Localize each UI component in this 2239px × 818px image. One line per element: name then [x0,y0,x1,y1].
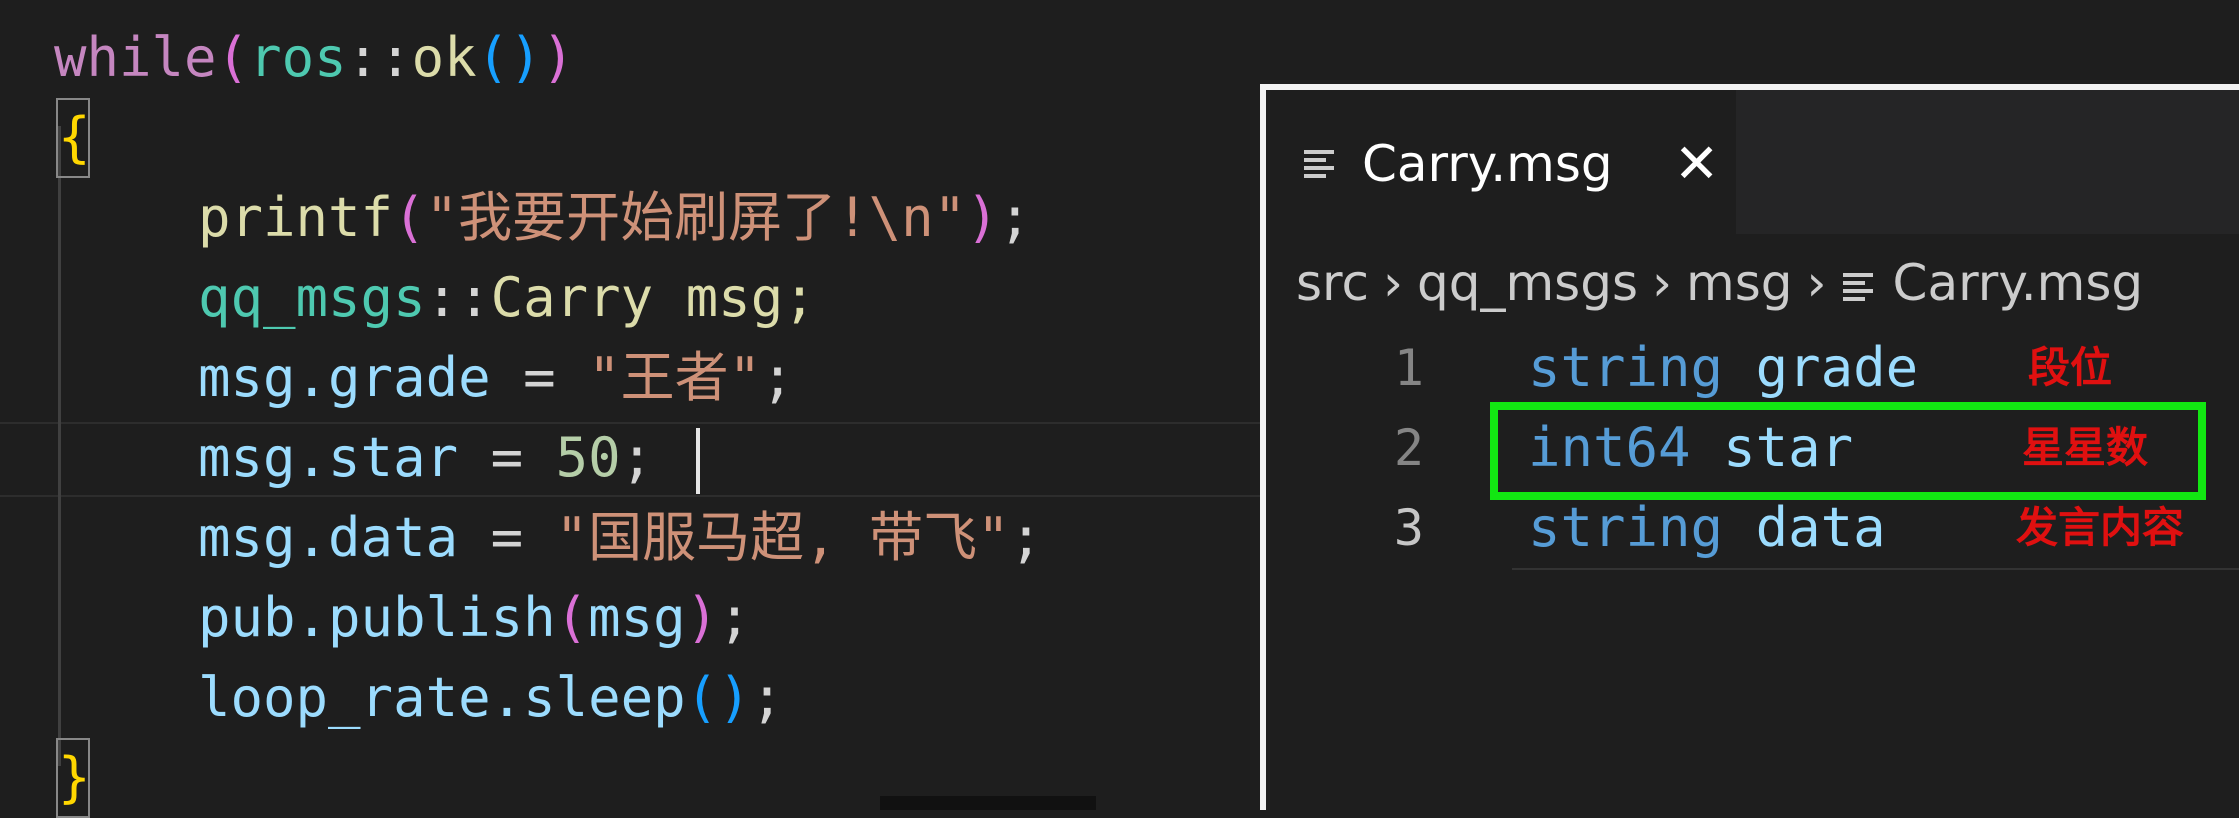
code-line-5[interactable]: msg.grade = "王者"; [198,338,794,418]
file-lines-icon [1304,150,1334,178]
code-line-1[interactable]: while(ros::ok()) [54,18,574,98]
code-line-2[interactable]: { [58,98,91,178]
field-name: grade [1755,336,1919,399]
function-name: ok [411,26,477,89]
string-literal: "王者" [588,346,762,409]
semicolon: ; [761,346,794,409]
paren: ( [393,186,426,249]
paren: ( [685,666,719,729]
msg-field-line-1[interactable]: string grade [1528,328,1918,408]
code-line-10[interactable]: } [58,738,91,818]
argument: msg [588,586,686,649]
code-line-6[interactable]: msg.star = 50; [198,418,653,498]
breadcrumb-src[interactable]: src [1296,254,1369,312]
field-type: string [1528,336,1724,399]
variable: msg.grade [198,346,491,409]
field-name: data [1755,496,1886,559]
tab-label: Carry.msg [1362,135,1613,193]
paren: ) [509,26,542,89]
line-number-3: 3 [1393,499,1424,557]
breadcrumb-carry-msg[interactable]: Carry.msg [1893,254,2144,312]
string-literal: "我要开始刷屏了!\n" [425,186,967,249]
text-cursor [696,428,700,494]
paren: ) [966,186,999,249]
scope-op: :: [346,26,412,89]
paren: ( [216,26,250,89]
code-line-3[interactable]: printf("我要开始刷屏了!\n"); [198,178,1031,258]
code-line-9[interactable]: loop_rate.sleep(); [198,658,783,738]
assign-op: = [490,346,589,409]
line-number-2: 2 [1393,419,1424,477]
horizontal-scrollbar[interactable] [880,796,1096,810]
close-brace: } [58,746,91,809]
close-icon[interactable]: ✕ [1674,134,1719,194]
open-brace: { [58,106,91,169]
scope-op: :: [425,266,491,329]
paren: ) [541,26,575,89]
chevron-right-icon: › [1806,254,1827,312]
semicolon: ; [620,426,654,489]
file-lines-icon [1842,272,1873,301]
semicolon: ; [718,586,751,649]
annotation-grade: 段位 [2028,343,2113,392]
assign-op: = [458,426,556,489]
msg-field-line-3[interactable]: string data [1528,488,1886,568]
code-line-4[interactable]: qq_msgs::Carry msg; [198,258,816,338]
variable: pub.publish [198,586,556,649]
breadcrumb: src › qq_msgs › msg › Carry.msg [1296,248,2143,318]
keyword-while: while [54,26,217,89]
assign-op: = [458,506,556,569]
chevron-right-icon: › [1652,254,1673,312]
variable: loop_rate.sleep [198,666,686,729]
msg-file-window: Carry.msg ✕ src › qq_msgs › msg › Carry.msg 1 … [1260,84,2239,810]
string-literal: "国服马超, 带飞" [555,506,1010,569]
current-line-border [1512,568,2239,570]
namespace: qq_msgs [198,266,426,329]
variable: msg.data [198,506,459,569]
indent-guide [58,126,61,766]
semicolon: ; [750,666,784,729]
line-number-1: 1 [1393,339,1424,397]
field-type: string [1528,496,1724,559]
annotation-data: 发言内容 [2016,503,2185,552]
code-line-7[interactable]: msg.data = "国服马超, 带飞"; [198,498,1042,578]
semicolon: ; [998,186,1032,249]
highlight-box [1490,402,2206,500]
paren: ( [555,586,589,649]
type-declaration: Carry msg; [490,266,816,329]
namespace: ros [249,26,347,89]
breadcrumb-msg[interactable]: msg [1686,254,1793,312]
paren: ) [685,586,719,649]
semicolon: ; [1009,506,1043,569]
code-line-8[interactable]: pub.publish(msg); [198,578,751,658]
variable: msg.star [198,426,459,489]
tab-bar: Carry.msg ✕ [1266,90,2239,234]
function-name: printf [198,186,394,249]
paren: ) [718,666,751,729]
number-literal: 50 [555,426,621,489]
paren: ( [476,26,510,89]
breadcrumb-qq-msgs[interactable]: qq_msgs [1417,254,1638,312]
chevron-right-icon: › [1383,254,1403,312]
tab-carry-msg[interactable]: Carry.msg ✕ [1266,90,1736,234]
